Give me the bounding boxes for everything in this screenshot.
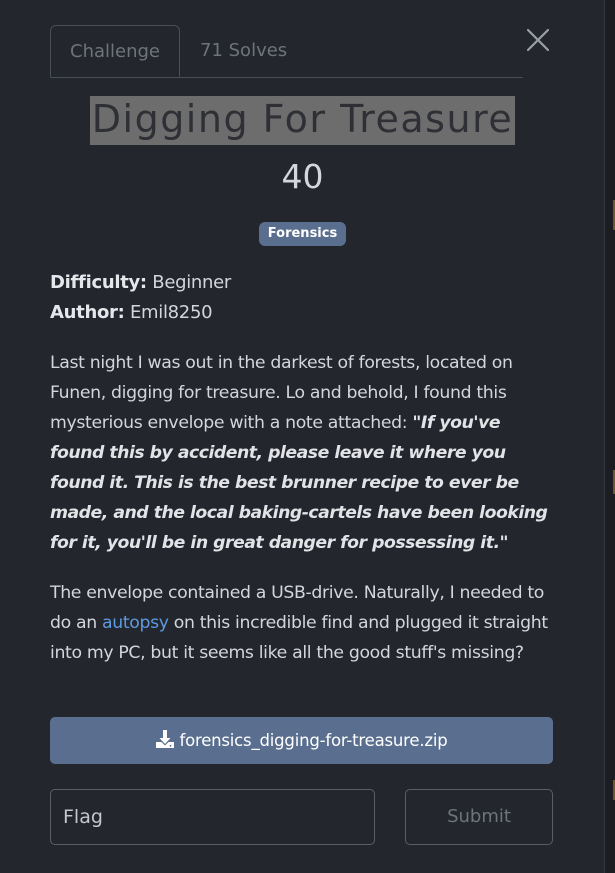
description-quote: "If you've found this by accident, pleas… xyxy=(50,413,548,553)
category-badge: Forensics xyxy=(258,222,347,246)
background-page-edge xyxy=(604,0,615,873)
download-icon xyxy=(156,730,175,748)
description-paragraph-1: Last night I was out in the darkest of f… xyxy=(50,348,550,558)
author-line: Author: Emil8250 xyxy=(50,298,213,328)
challenge-title: Digging For Treasure xyxy=(89,96,516,145)
tab-solves[interactable]: 71 Solves xyxy=(200,25,287,76)
badge-wrapper: Forensics xyxy=(0,222,605,246)
difficulty-value: Beginner xyxy=(152,272,232,293)
download-filename: forensics_digging-for-treasure.zip xyxy=(179,731,448,750)
autopsy-link[interactable]: autopsy xyxy=(102,613,169,633)
difficulty-line: Difficulty: Beginner xyxy=(50,268,231,298)
author-label: Author: xyxy=(50,302,125,323)
tab-challenge[interactable]: Challenge xyxy=(50,25,180,77)
description-paragraph-2: The envelope contained a USB-drive. Natu… xyxy=(50,578,550,668)
challenge-points: 40 xyxy=(281,157,324,196)
tab-bar: Challenge 71 Solves xyxy=(50,25,523,78)
author-value: Emil8250 xyxy=(129,302,213,323)
close-icon[interactable] xyxy=(524,26,552,54)
challenge-modal: Challenge 71 Solves Digging For Treasure… xyxy=(0,0,605,873)
download-button[interactable]: forensics_digging-for-treasure.zip xyxy=(50,717,553,764)
submit-button[interactable]: Submit xyxy=(405,789,553,845)
flag-input[interactable] xyxy=(50,789,375,845)
difficulty-label: Difficulty: xyxy=(50,272,147,293)
title-wrapper: Digging For Treasure xyxy=(0,96,605,145)
